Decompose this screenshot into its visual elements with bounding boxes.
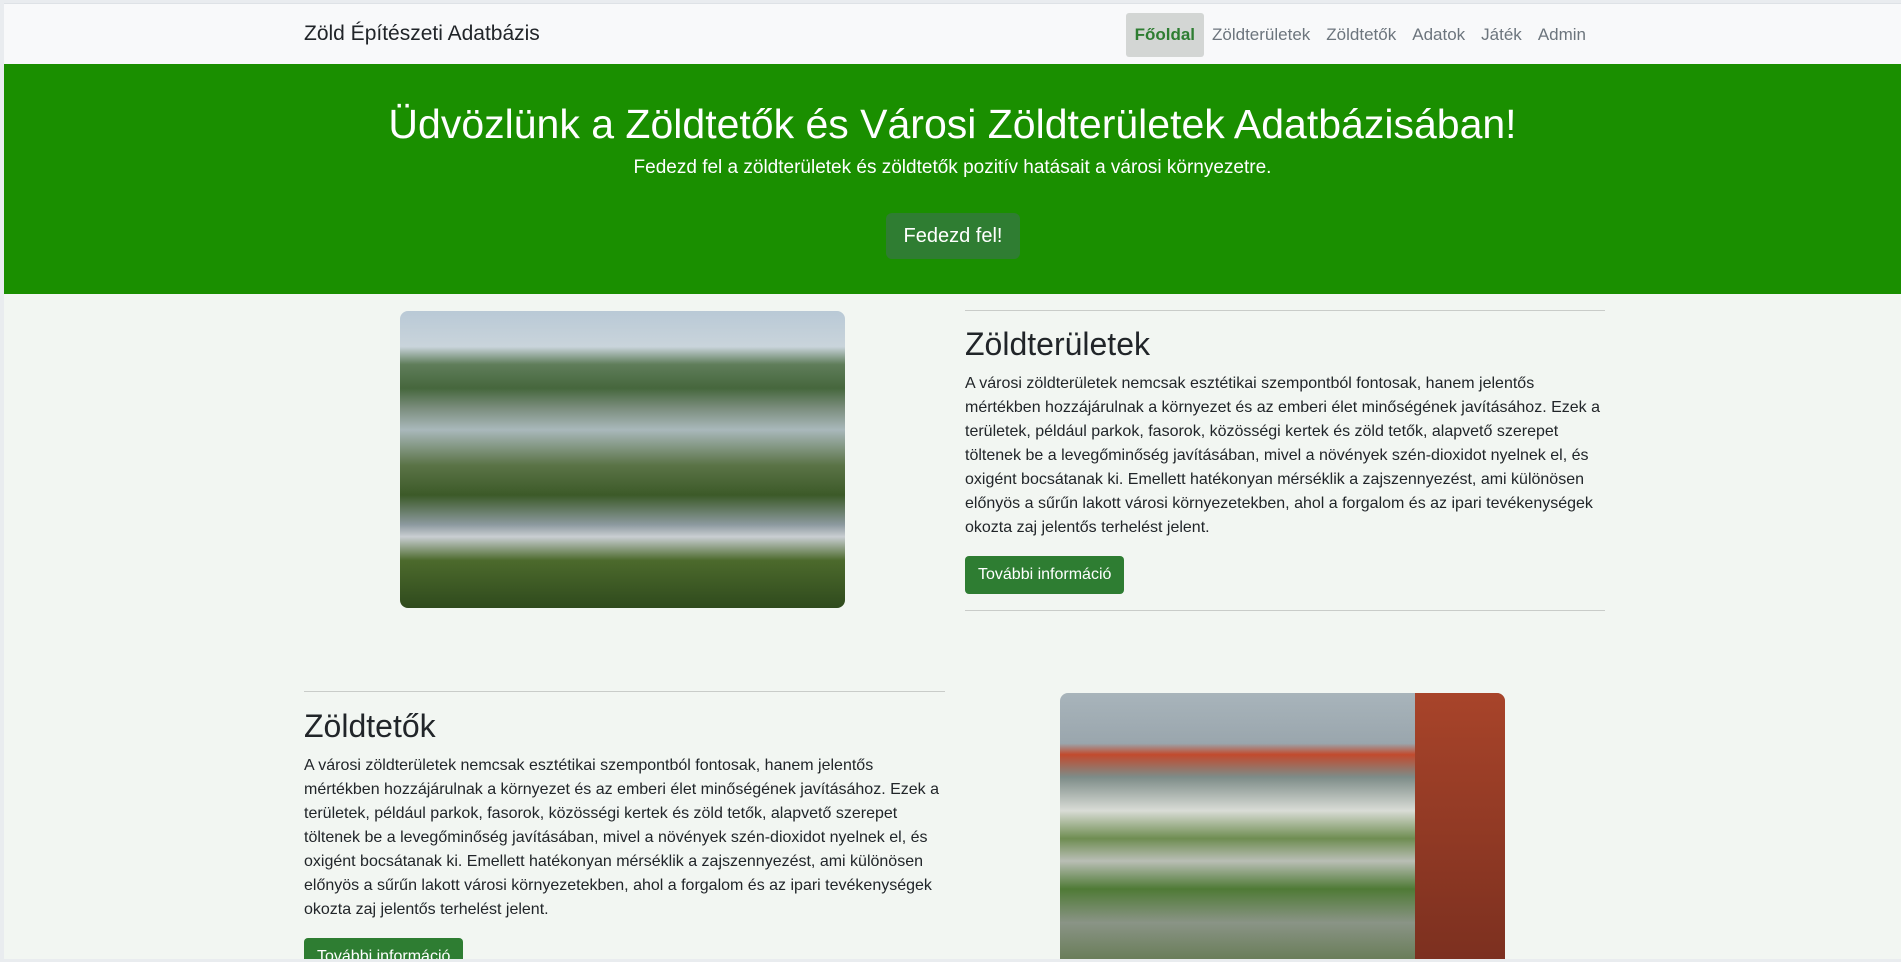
nav-green-roofs[interactable]: Zöldtetők xyxy=(1318,13,1404,57)
nav-home[interactable]: Főoldal xyxy=(1125,13,1205,57)
nav-links: Főoldal Zöldterületek Zöldtetők Adatok J… xyxy=(1125,13,1594,57)
divider xyxy=(965,610,1605,611)
nav-admin[interactable]: Admin xyxy=(1530,13,1594,57)
green-areas-more-button[interactable]: További információ xyxy=(965,556,1125,594)
green-roofs-title: Zöldtetők xyxy=(304,708,436,744)
browser-viewport: Zöld Építészeti Adatbázis Főoldal Zöldte… xyxy=(4,3,1901,959)
explore-button[interactable]: Fedezd fel! xyxy=(886,213,1020,259)
hero-banner: Üdvözlünk a Zöldtetők és Városi Zöldterü… xyxy=(4,64,1901,294)
brand-title[interactable]: Zöld Építészeti Adatbázis xyxy=(304,22,540,46)
green-roofs-more-button[interactable]: További információ xyxy=(304,938,464,959)
nav-game[interactable]: Játék xyxy=(1473,13,1530,57)
green-roof-photo xyxy=(1060,693,1505,959)
nav-data[interactable]: Adatok xyxy=(1404,13,1473,57)
hero-title: Üdvözlünk a Zöldtetők és Városi Zöldterü… xyxy=(388,101,1517,147)
hero-subtitle: Fedezd fel a zöldterületek és zöldtetők … xyxy=(633,157,1272,178)
divider xyxy=(304,691,945,692)
green-areas-title: Zöldterületek xyxy=(965,326,1150,362)
green-roofs-text: A városi zöldterületek nemcsak esztétika… xyxy=(304,757,940,918)
green-area-photo xyxy=(400,311,845,608)
green-areas-text: A városi zöldterületek nemcsak esztétika… xyxy=(965,375,1601,536)
nav-green-areas[interactable]: Zöldterületek xyxy=(1204,13,1318,57)
navbar: Zöld Építészeti Adatbázis Főoldal Zöldte… xyxy=(4,4,1901,64)
divider xyxy=(965,310,1605,311)
